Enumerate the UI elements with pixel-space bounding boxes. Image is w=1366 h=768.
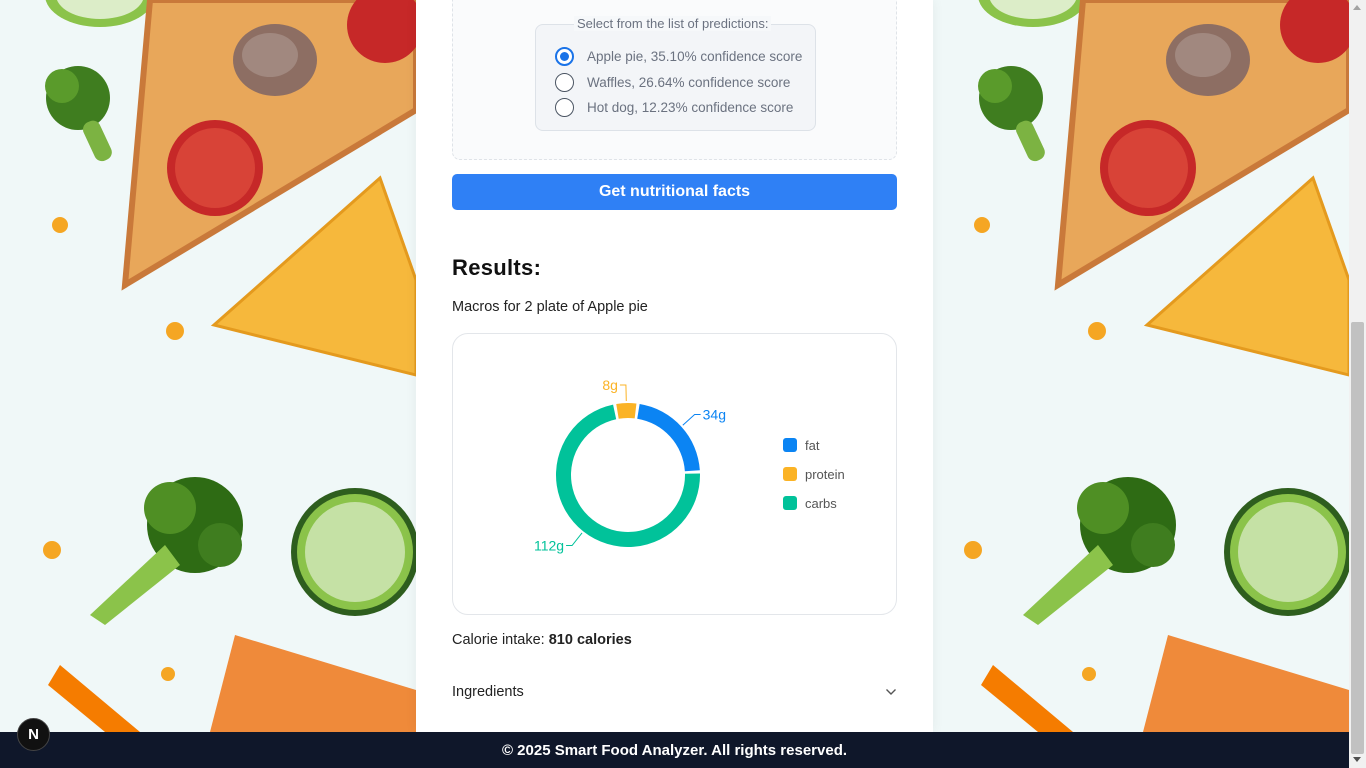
predictions-fieldset: Select from the list of predictions: App… — [535, 16, 816, 131]
prediction-label: Hot dog, 12.23% confidence score — [587, 100, 794, 115]
radio-button[interactable] — [555, 98, 574, 117]
main-content: Select from the list of predictions: App… — [416, 0, 933, 732]
chevron-down-icon — [886, 689, 896, 695]
radio-button[interactable] — [555, 47, 574, 66]
data-label-carbs: 112g — [534, 538, 564, 554]
footer: © 2025 Smart Food Analyzer. All rights r… — [0, 732, 1349, 768]
radio-button[interactable] — [555, 73, 574, 92]
results-heading: Results: — [452, 255, 542, 280]
calorie-label: Calorie intake: — [452, 632, 545, 648]
legend-swatch-protein[interactable] — [783, 467, 797, 481]
macros-chart-card: 34g 112g 8g fat protein carbs — [452, 333, 897, 615]
scroll-down-icon[interactable] — [1353, 757, 1361, 762]
scroll-up-icon[interactable] — [1353, 5, 1361, 10]
prediction-option-waffles[interactable]: Waffles, 26.64% confidence score — [555, 73, 790, 92]
scrollbar-thumb[interactable] — [1351, 322, 1364, 754]
predictions-legend: Select from the list of predictions: — [574, 16, 772, 31]
footer-copyright: © 2025 Smart Food Analyzer. All rights r… — [501, 741, 848, 759]
legend-swatch-carbs[interactable] — [783, 496, 797, 510]
legend-label-carbs[interactable]: carbs — [805, 496, 837, 511]
legend-label-protein[interactable]: protein — [805, 467, 845, 482]
calorie-intake: Calorie intake: 810 calories — [452, 632, 632, 648]
background-food-left — [0, 0, 416, 732]
donut-slice-fat[interactable] — [637, 403, 700, 472]
vertical-scrollbar[interactable] — [1349, 0, 1366, 768]
calorie-value: 810 calories — [548, 632, 632, 648]
predictions-card: Select from the list of predictions: App… — [452, 0, 897, 160]
data-label-leader — [682, 414, 701, 426]
prediction-option-apple-pie[interactable]: Apple pie, 35.10% confidence score — [555, 47, 802, 66]
background-food-right — [933, 0, 1349, 732]
ingredients-accordion[interactable]: Ingredients — [452, 681, 897, 703]
get-nutritional-facts-button[interactable]: Get nutritional facts — [452, 174, 897, 210]
legend-swatch-fat[interactable] — [783, 438, 797, 452]
prediction-label: Apple pie, 35.10% confidence score — [587, 49, 803, 64]
macros-donut-chart: 34g 112g 8g fat protein carbs — [534, 377, 845, 554]
ingredients-label: Ingredients — [452, 684, 524, 700]
data-label-protein: 8g — [602, 377, 618, 393]
data-label-leader — [566, 532, 583, 547]
nextjs-badge[interactable]: N — [17, 718, 50, 751]
data-label-leader — [619, 384, 627, 402]
prediction-option-hot-dog[interactable]: Hot dog, 12.23% confidence score — [555, 98, 793, 117]
data-label-fat: 34g — [703, 407, 726, 423]
prediction-label: Waffles, 26.64% confidence score — [587, 75, 791, 90]
donut-slice-protein[interactable] — [616, 403, 637, 419]
macros-description: Macros for 2 plate of Apple pie — [452, 299, 648, 315]
legend-label-fat[interactable]: fat — [805, 438, 820, 453]
